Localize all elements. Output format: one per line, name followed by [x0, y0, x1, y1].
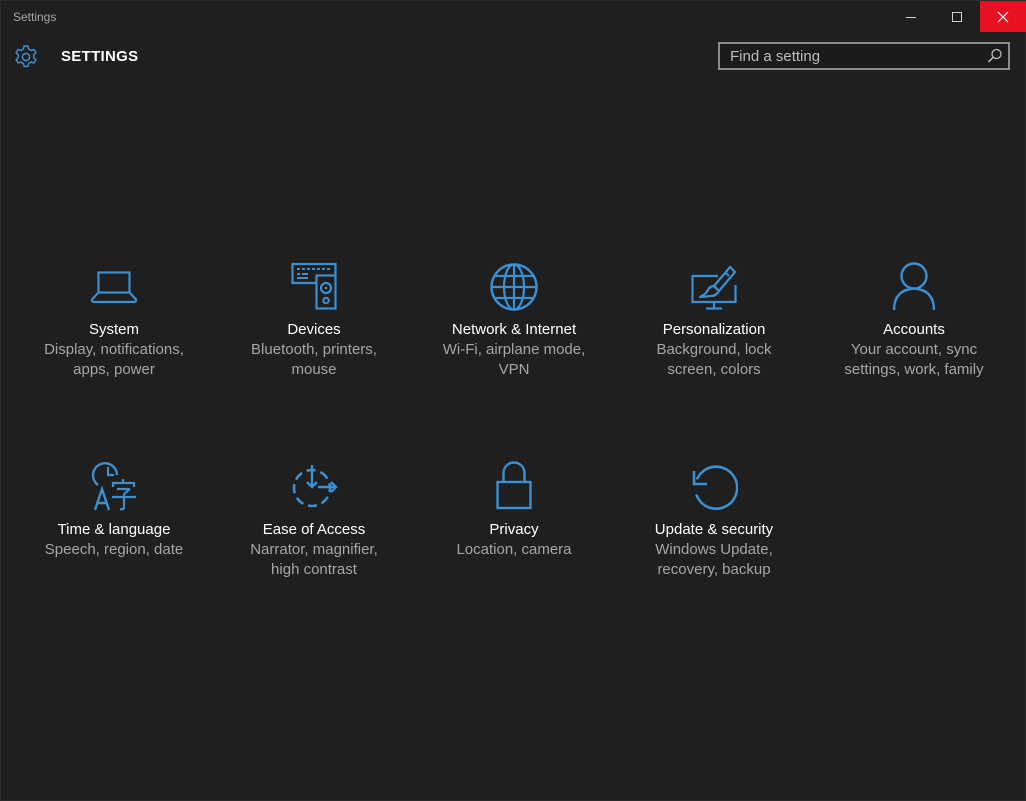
category-accounts[interactable]: Accounts Your account, sync settings, wo… [814, 259, 1014, 439]
category-time-language[interactable]: Time & language Speech, region, date [14, 459, 214, 639]
category-description: Your account, sync settings, work, famil… [844, 341, 984, 378]
title-bar[interactable]: Settings [1, 1, 1026, 33]
category-name: Ease of Access [262, 521, 366, 538]
person-icon [890, 259, 938, 315]
lock-icon [490, 459, 538, 515]
paintbrush-monitor-icon [690, 259, 738, 315]
time-language-icon [90, 459, 138, 515]
category-name: Network & Internet [451, 321, 577, 338]
category-ease-of-access[interactable]: Ease of Access Narrator, magnifier, high… [214, 459, 414, 639]
category-name: System [88, 321, 139, 338]
laptop-icon [90, 259, 138, 315]
refresh-icon [690, 459, 738, 515]
minimize-icon [906, 16, 916, 18]
search-icon [987, 48, 1002, 63]
maximize-button[interactable] [934, 1, 980, 32]
category-privacy[interactable]: Privacy Location, camera [414, 459, 614, 639]
category-personalization[interactable]: Personalization Background, lock screen,… [614, 259, 814, 439]
category-description: Narrator, magnifier, high contrast [250, 541, 378, 578]
category-name: Privacy [489, 521, 539, 538]
category-update-security[interactable]: Update & security Windows Update, recove… [614, 459, 814, 639]
search-button[interactable] [986, 47, 1004, 65]
window-title: Settings [13, 10, 57, 24]
category-description: Speech, region, date [44, 541, 184, 558]
page-title: SETTINGS [61, 48, 139, 65]
search-input[interactable] [720, 44, 990, 68]
minimize-button[interactable] [888, 1, 934, 32]
category-description: Windows Update, recovery, backup [655, 541, 773, 578]
category-name: Devices [287, 321, 341, 338]
category-description: Display, notifications, apps, power [44, 341, 184, 378]
devices-icon [290, 259, 338, 315]
globe-icon [490, 259, 538, 315]
category-devices[interactable]: Devices Bluetooth, printers, mouse [214, 259, 414, 439]
category-description: Background, lock screen, colors [656, 341, 772, 378]
category-name: Accounts [883, 321, 945, 338]
category-description: Bluetooth, printers, mouse [251, 341, 377, 378]
close-icon [997, 11, 1009, 22]
ease-of-access-icon [290, 459, 338, 515]
settings-window: Settings SETTINGS Find a setting System … [0, 0, 1026, 801]
app-header: SETTINGS [1, 39, 1025, 75]
category-network-internet[interactable]: Network & Internet Wi-Fi, airplane mode,… [414, 259, 614, 439]
category-name: Time & language [57, 521, 171, 538]
category-system[interactable]: System Display, notifications, apps, pow… [14, 259, 214, 439]
category-description: Wi-Fi, airplane mode, VPN [442, 341, 586, 378]
category-description: Location, camera [456, 541, 572, 558]
maximize-icon [952, 11, 962, 22]
search-box[interactable] [718, 42, 1010, 70]
gear-icon [13, 44, 39, 70]
category-name: Personalization [662, 321, 766, 338]
category-name: Update & security [654, 521, 774, 538]
close-button[interactable] [980, 1, 1026, 32]
